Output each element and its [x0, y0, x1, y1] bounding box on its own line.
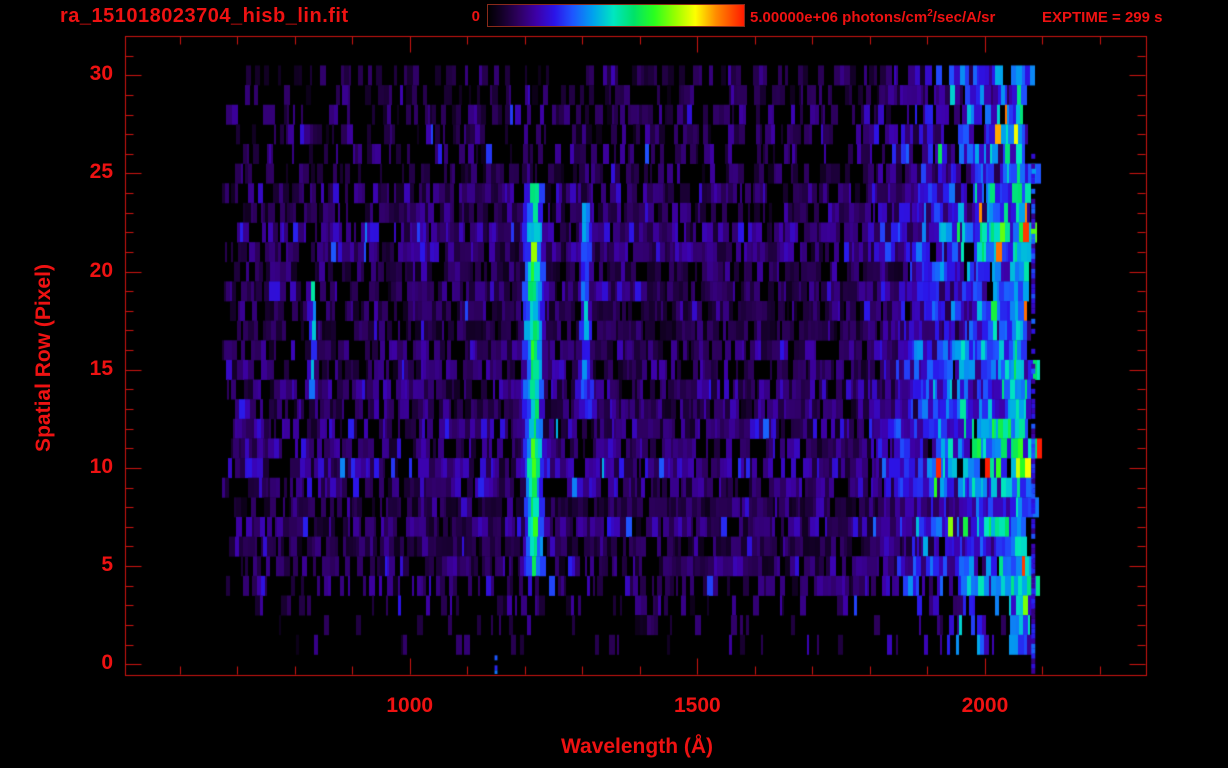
spectral-heatmap-canvas [0, 0, 1228, 768]
x-axis-title: Wavelength (Å) [560, 735, 714, 758]
x-tick-label: 1000 [386, 694, 434, 717]
plot-window: ra_151018023704_hisb_lin.fit 0 5.00000e+… [0, 0, 1228, 768]
file-title: ra_151018023704_hisb_lin.fit [60, 5, 349, 27]
y-tick-label: 0 [101, 651, 113, 675]
y-tick-label: 20 [89, 258, 113, 282]
x-tick-label: 2000 [961, 694, 1009, 717]
colorbar-min-label: 0 [471, 8, 480, 25]
y-tick-label: 15 [89, 356, 113, 380]
y-tick-label: 5 [101, 553, 113, 577]
colorbar-max-label: 5.00000e+06 photons/cm2/sec/A/sr [750, 8, 995, 26]
exptime-label: EXPTIME = 299 s [1042, 9, 1163, 26]
x-tick-label: 1500 [673, 694, 721, 717]
y-tick-label: 25 [89, 160, 113, 184]
colorbar-max-value: 5.00000e+06 [750, 9, 839, 26]
y-tick-label: 10 [89, 454, 113, 478]
colorbar-units-pre: photons/cm [838, 9, 928, 26]
colorbar-units-post: /sec/A/sr [932, 9, 996, 26]
colorbar-gradient [487, 4, 745, 27]
y-tick-label: 30 [89, 62, 113, 86]
